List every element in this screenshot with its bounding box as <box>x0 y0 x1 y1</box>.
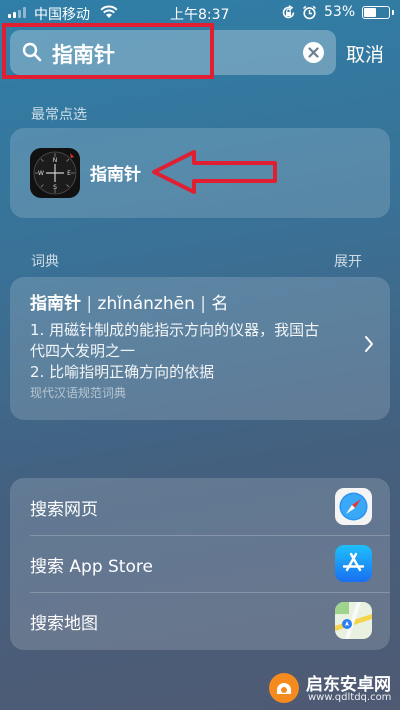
search-maps-row[interactable]: 搜索地图 <box>10 592 390 649</box>
compass-dial-icon: N S W E <box>33 151 77 195</box>
app-store-icon <box>335 545 372 582</box>
svg-text:S: S <box>53 184 57 191</box>
status-bar: 中国移动 上午8:37 53% <box>0 0 400 26</box>
search-maps-label: 搜索地图 <box>30 614 98 634</box>
battery-percentage: 53% <box>324 4 356 20</box>
dictionary-part-of-speech: 名 <box>211 294 229 314</box>
signal-strength-icon <box>8 6 30 18</box>
search-app-store-label: 搜索 App Store <box>30 557 153 577</box>
watermark-url: www.qdltdq.com <box>308 692 392 703</box>
search-web-label: 搜索网页 <box>30 500 98 520</box>
dictionary-headword-line: 指南针 | zhǐnánzhēn | 名 <box>30 294 229 314</box>
dictionary-definition-1b: 代四大发明之一 <box>30 342 136 360</box>
compass-app-icon[interactable]: N S W E <box>30 148 80 198</box>
close-icon <box>308 47 319 58</box>
search-web-row[interactable]: 搜索网页 <box>10 478 390 535</box>
chevron-right-icon <box>365 336 373 352</box>
expand-dictionary-button[interactable]: 展开 <box>334 251 362 271</box>
dictionary-headword: 指南针 <box>30 294 81 314</box>
annotation-arrow <box>152 150 277 194</box>
search-query-text[interactable]: 指南针 <box>52 39 115 69</box>
status-time: 上午8:37 <box>170 7 230 23</box>
alarm-icon <box>302 5 317 20</box>
wifi-icon <box>100 5 118 18</box>
dictionary-source: 现代汉语规范词典 <box>30 386 127 400</box>
maps-icon <box>335 602 372 639</box>
clear-search-button[interactable] <box>303 42 324 63</box>
dictionary-card[interactable]: 指南针 | zhǐnánzhēn | 名 1. 用磁针制成的能指示方向的仪器，我… <box>10 277 390 420</box>
top-hit-app-name[interactable]: 指南针 <box>90 160 141 185</box>
site-watermark: 启东安卓网 www.qdltdq.com <box>268 668 396 706</box>
battery-icon <box>362 6 394 19</box>
cancel-button[interactable]: 取消 <box>346 40 384 67</box>
orientation-lock-icon <box>282 5 295 19</box>
carrier-name: 中国移动 <box>34 7 90 23</box>
search-options-card: 搜索网页 搜索 App Store 搜索地图 <box>10 478 390 650</box>
svg-text:W: W <box>38 170 44 177</box>
dictionary-heading: 词典 <box>31 254 59 270</box>
search-field[interactable]: 指南针 <box>10 30 336 75</box>
svg-text:N: N <box>53 157 58 164</box>
dictionary-definition-2: 2. 比喻指明正确方向的依据 <box>30 363 215 381</box>
top-hits-heading: 最常点选 <box>31 107 87 123</box>
watermark-logo-icon <box>269 673 299 703</box>
search-app-store-row[interactable]: 搜索 App Store <box>10 535 390 592</box>
dictionary-pinyin: zhǐnánzhēn <box>97 294 195 314</box>
safari-icon <box>335 488 372 525</box>
search-icon <box>22 42 42 62</box>
dictionary-definition-1a: 1. 用磁针制成的能指示方向的仪器，我国古 <box>30 321 320 339</box>
svg-text:E: E <box>67 170 71 177</box>
